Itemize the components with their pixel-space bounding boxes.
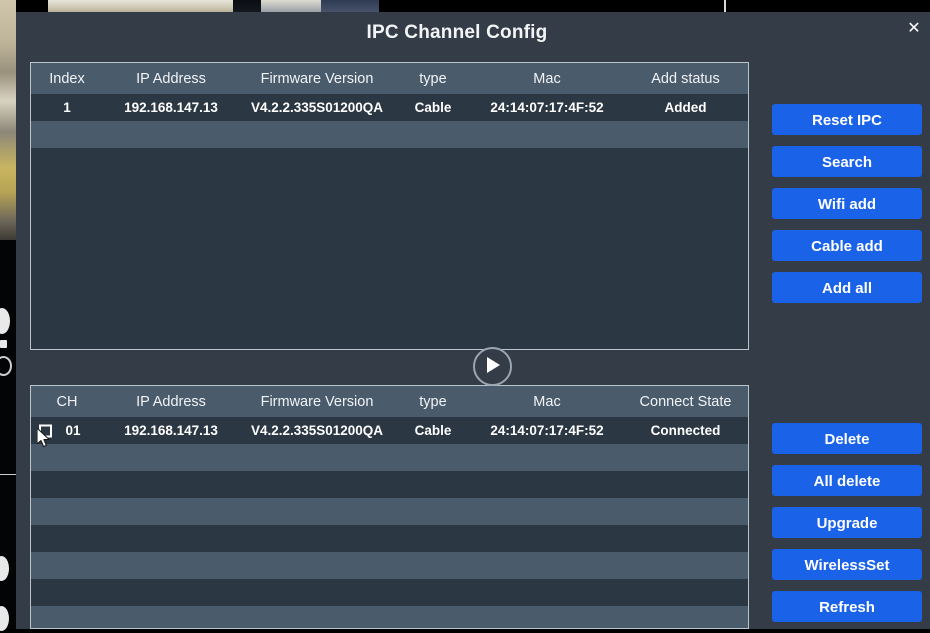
table-header-row: Index IP Address Firmware Version type M… [31, 63, 748, 94]
refresh-button[interactable]: Refresh [772, 591, 922, 622]
cell-type: Cable [395, 94, 471, 121]
table-row-empty[interactable] [31, 552, 748, 579]
background-camera-tile-5 [379, 0, 724, 12]
add-all-button[interactable]: Add all [772, 272, 922, 303]
search-button[interactable]: Search [772, 146, 922, 177]
column-header-type[interactable]: type [395, 386, 471, 417]
background-camera-tile-4 [321, 0, 379, 12]
cell-connect-state: Connected [623, 417, 748, 444]
table-row[interactable]: 1 192.168.147.13 V4.2.2.335S01200QA Cabl… [31, 94, 748, 121]
cell-ch: 01 [31, 417, 103, 444]
table-row-empty[interactable] [31, 444, 748, 471]
upgrade-button[interactable]: Upgrade [772, 507, 922, 538]
column-header-ch[interactable]: CH [31, 386, 103, 417]
added-channels-panel: CH IP Address Firmware Version type Mac … [30, 385, 749, 629]
cell-mac: 24:14:07:17:4F:52 [471, 94, 623, 121]
bottom-action-buttons: Delete All delete Upgrade WirelessSet Re… [772, 423, 922, 633]
row-checkbox[interactable] [39, 424, 52, 437]
background-camera-tile-2 [233, 0, 261, 12]
cell-firmware: V4.2.2.335S01200QA [239, 417, 395, 444]
cell-index: 1 [31, 94, 103, 121]
delete-button[interactable]: Delete [772, 423, 922, 454]
column-header-connect-state[interactable]: Connect State [623, 386, 748, 417]
add-to-channel-button[interactable] [473, 347, 512, 386]
cell-mac: 24:14:07:17:4F:52 [471, 417, 623, 444]
table-row-empty[interactable] [31, 471, 748, 498]
table-row-empty[interactable] [31, 525, 748, 552]
added-channels-table: CH IP Address Firmware Version type Mac … [31, 386, 748, 628]
cell-ip-address: 192.168.147.13 [103, 417, 239, 444]
background-camera-tile-3 [261, 0, 321, 12]
column-header-mac[interactable]: Mac [471, 386, 623, 417]
all-delete-button[interactable]: All delete [772, 465, 922, 496]
column-header-index[interactable]: Index [31, 63, 103, 94]
cell-firmware: V4.2.2.335S01200QA [239, 94, 395, 121]
cell-ip-address: 192.168.147.13 [103, 94, 239, 121]
column-header-mac[interactable]: Mac [471, 63, 623, 94]
close-icon[interactable]: ✕ [902, 17, 926, 41]
table-row-empty[interactable] [31, 121, 748, 148]
column-header-ip-address[interactable]: IP Address [103, 386, 239, 417]
cell-add-status: Added [623, 94, 748, 121]
discovered-devices-table: Index IP Address Firmware Version type M… [31, 63, 748, 148]
play-triangle-icon [487, 357, 500, 373]
reset-ipc-button[interactable]: Reset IPC [772, 104, 922, 135]
ipc-channel-config-dialog: IPC Channel Config ✕ Index IP Address Fi… [16, 12, 930, 629]
table-row-empty[interactable] [31, 579, 748, 606]
top-action-buttons: Reset IPC Search Wifi add Cable add Add … [772, 104, 922, 314]
table-header-row: CH IP Address Firmware Version type Mac … [31, 386, 748, 417]
background-divider-line [0, 474, 16, 475]
column-header-type[interactable]: type [395, 63, 471, 94]
table-row-empty[interactable] [31, 498, 748, 525]
background-camera-tile-6 [726, 0, 930, 12]
background-camera-tile-1 [48, 0, 233, 12]
table-row[interactable]: 01 192.168.147.13 V4.2.2.335S01200QA Cab… [31, 417, 748, 444]
discovered-devices-empty-area [31, 148, 748, 343]
dialog-titlebar: IPC Channel Config ✕ [16, 12, 930, 56]
table-row-empty[interactable] [31, 606, 748, 628]
column-header-ip-address[interactable]: IP Address [103, 63, 239, 94]
page-title: IPC Channel Config [366, 22, 548, 43]
cable-add-button[interactable]: Cable add [772, 230, 922, 261]
column-header-firmware[interactable]: Firmware Version [239, 63, 395, 94]
wireless-set-button[interactable]: WirelessSet [772, 549, 922, 580]
cell-type: Cable [395, 417, 471, 444]
column-header-firmware[interactable]: Firmware Version [239, 386, 395, 417]
wifi-add-button[interactable]: Wifi add [772, 188, 922, 219]
column-header-add-status[interactable]: Add status [623, 63, 748, 94]
discovered-devices-panel: Index IP Address Firmware Version type M… [30, 62, 749, 350]
background-glyph-icon [0, 340, 7, 348]
